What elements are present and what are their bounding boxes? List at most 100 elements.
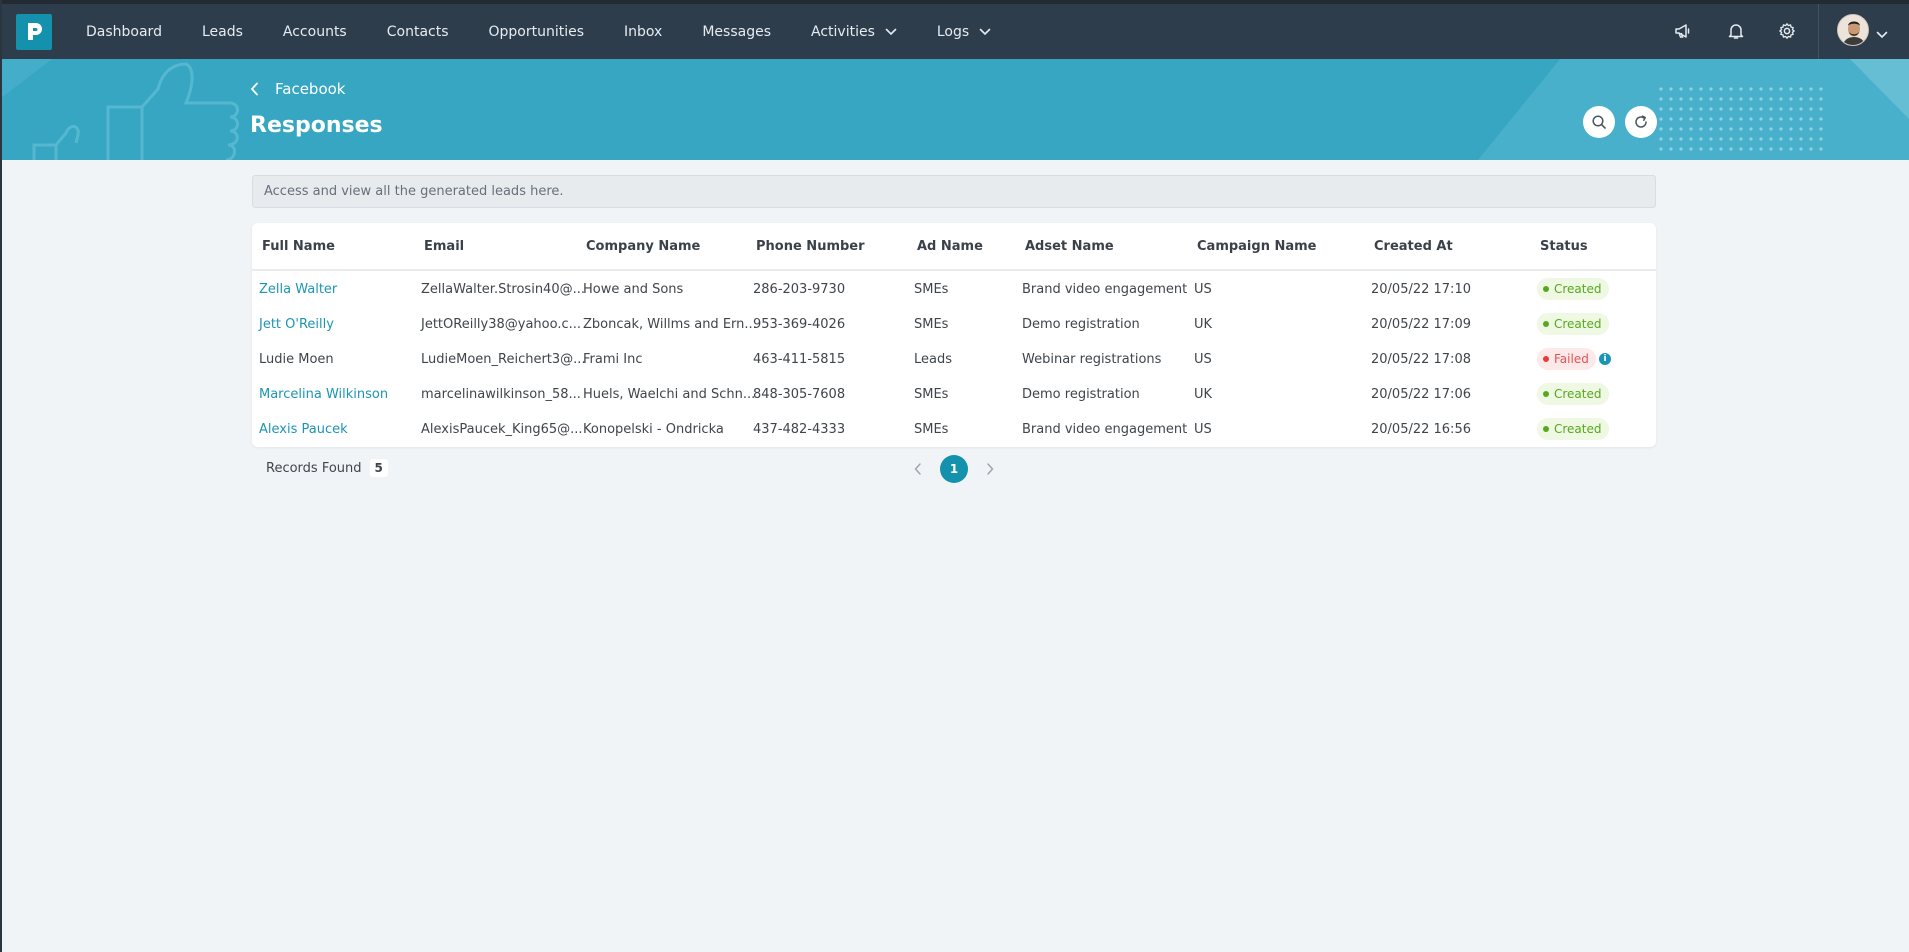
refresh-icon	[1635, 115, 1647, 128]
refresh-button[interactable]	[1625, 106, 1657, 138]
status-dot-icon	[1543, 356, 1549, 362]
main-nav: Dashboard Leads Accounts Contacts Opportunit…	[86, 4, 1031, 59]
column-header[interactable]: Status	[1540, 239, 1588, 254]
cell-phone: 953-369-4026	[753, 317, 846, 332]
status-dot-icon	[1543, 286, 1549, 292]
cell-created: 20/05/22 16:56	[1371, 422, 1471, 437]
cell-ad: SMEs	[914, 282, 949, 297]
status-badge: Created	[1537, 278, 1609, 300]
prev-page-button[interactable]	[908, 456, 928, 482]
cell-company: Howe and Sons	[583, 282, 684, 297]
column-header[interactable]: Ad Name	[917, 239, 983, 254]
back-link[interactable]: Facebook	[250, 80, 345, 98]
nav-item-leads[interactable]: Leads	[202, 24, 243, 40]
full-name-link[interactable]: Alexis Paucek	[259, 422, 348, 437]
full-name-link[interactable]: Marcelina Wilkinson	[259, 387, 388, 402]
cell-adset: Demo registration	[1022, 387, 1140, 402]
cell-company: Konopelski - Ondricka	[583, 422, 724, 437]
status-badge: Created	[1537, 383, 1609, 405]
pagination: 1	[908, 455, 1000, 483]
column-header[interactable]: Company Name	[586, 239, 700, 254]
cell-phone: 437-482-4333	[753, 422, 846, 437]
column-header[interactable]: Email	[424, 239, 464, 254]
column-header[interactable]: Created At	[1374, 239, 1453, 254]
full-name-link[interactable]: Zella Walter	[259, 282, 337, 297]
nav-item-inbox[interactable]: Inbox	[624, 24, 662, 40]
user-avatar[interactable]	[1837, 14, 1869, 46]
table-row[interactable]: Ludie Moen LudieMoen_Reichert3@... Frami I…	[252, 343, 1656, 378]
records-found-label: Records Found	[266, 460, 362, 476]
error-info-icon[interactable]: i	[1599, 353, 1611, 365]
cell-adset: Webinar registrations	[1022, 352, 1162, 367]
table-row[interactable]: Marcelina Wilkinson marcelinawilkinson_58…	[252, 378, 1656, 413]
info-message: Access and view all the generated leads …	[252, 175, 1656, 208]
column-header[interactable]: Campaign Name	[1197, 239, 1317, 254]
page-number-button[interactable]: 1	[940, 455, 968, 483]
cell-created: 20/05/22 17:06	[1371, 387, 1471, 402]
nav-item-label: Leads	[201, 23, 243, 40]
cell-ad: SMEs	[914, 387, 949, 402]
gear-icon[interactable]	[1776, 20, 1798, 42]
bell-icon[interactable]	[1725, 20, 1747, 42]
nav-item-activities[interactable]: Activities	[811, 24, 897, 40]
cell-email: LudieMoen_Reichert3@...	[421, 352, 586, 367]
nav-item-dashboard[interactable]: Dashboard	[86, 24, 162, 40]
table-row[interactable]: Alexis Paucek AlexisPaucek_King65@... Kono…	[252, 413, 1656, 448]
status-dot-icon	[1543, 321, 1549, 327]
records-count-badge: 5	[369, 459, 388, 477]
status-badge: Created	[1537, 313, 1609, 335]
status-label: Created	[1554, 422, 1602, 436]
page-title: Responses	[250, 113, 383, 138]
cell-campaign: UK	[1194, 387, 1213, 402]
status-dot-icon	[1543, 391, 1549, 397]
nav-item-accounts[interactable]: Accounts	[283, 24, 347, 40]
cell-campaign: US	[1194, 422, 1212, 437]
nav-item-label: Logs	[936, 23, 970, 40]
cell-email: AlexisPaucek_King65@...	[421, 422, 583, 437]
cell-created: 20/05/22 17:08	[1371, 352, 1471, 367]
nav-item-label: Opportunities	[488, 23, 585, 40]
page-header-banner	[0, 59, 1909, 160]
records-found: Records Found 5	[266, 459, 388, 477]
chevron-down-icon	[885, 28, 897, 36]
table-row[interactable]: Zella Walter ZellaWalter.Strosin40@... How…	[252, 273, 1656, 308]
user-menu-chevron-icon[interactable]	[1876, 24, 1888, 43]
app-logo[interactable]	[16, 14, 52, 50]
banner-decoration	[0, 59, 1909, 160]
column-header[interactable]: Adset Name	[1025, 239, 1114, 254]
column-header[interactable]: Full Name	[262, 239, 335, 254]
nav-item-logs[interactable]: Logs	[937, 24, 991, 40]
cell-created: 20/05/22 17:10	[1371, 282, 1471, 297]
cell-company: Frami Inc	[583, 352, 643, 367]
cell-company: Zboncak, Willms and Ern...	[583, 317, 757, 332]
logo-p-icon	[28, 23, 42, 40]
next-page-button[interactable]	[980, 456, 1000, 482]
nav-item-opportunities[interactable]: Opportunities	[489, 24, 585, 40]
full-name-link[interactable]: Jett O'Reilly	[259, 317, 334, 332]
cell-campaign: UK	[1194, 317, 1213, 332]
megaphone-icon[interactable]	[1672, 20, 1694, 42]
cell-email: marcelinawilkinson_58...	[421, 387, 581, 402]
search-icon	[1592, 115, 1606, 129]
search-button[interactable]	[1583, 106, 1615, 138]
status-label: Created	[1554, 387, 1602, 401]
status-badge: Failed	[1537, 348, 1596, 370]
cell-ad: SMEs	[914, 422, 949, 437]
nav-item-label: Accounts	[282, 23, 347, 40]
nav-item-messages[interactable]: Messages	[702, 24, 771, 40]
table-row[interactable]: Jett O'Reilly JettOReilly38@yahoo.c... Zbo…	[252, 308, 1656, 343]
cell-ad: Leads	[914, 352, 953, 367]
nav-item-label: Messages	[702, 23, 771, 40]
nav-item-label: Dashboard	[86, 23, 162, 40]
chevron-down-icon	[979, 28, 991, 36]
cell-phone: 286-203-9730	[753, 282, 846, 297]
cell-adset: Brand video engagement	[1022, 422, 1188, 437]
status-dot-icon	[1543, 426, 1549, 432]
nav-item-label: Inbox	[624, 23, 663, 40]
cell-company: Huels, Waelchi and Schn...	[583, 387, 756, 402]
cell-email: ZellaWalter.Strosin40@...	[421, 282, 585, 297]
column-header[interactable]: Phone Number	[756, 239, 865, 254]
status-label: Created	[1554, 282, 1602, 296]
nav-item-contacts[interactable]: Contacts	[387, 24, 449, 40]
window-left-edge	[0, 0, 2, 952]
